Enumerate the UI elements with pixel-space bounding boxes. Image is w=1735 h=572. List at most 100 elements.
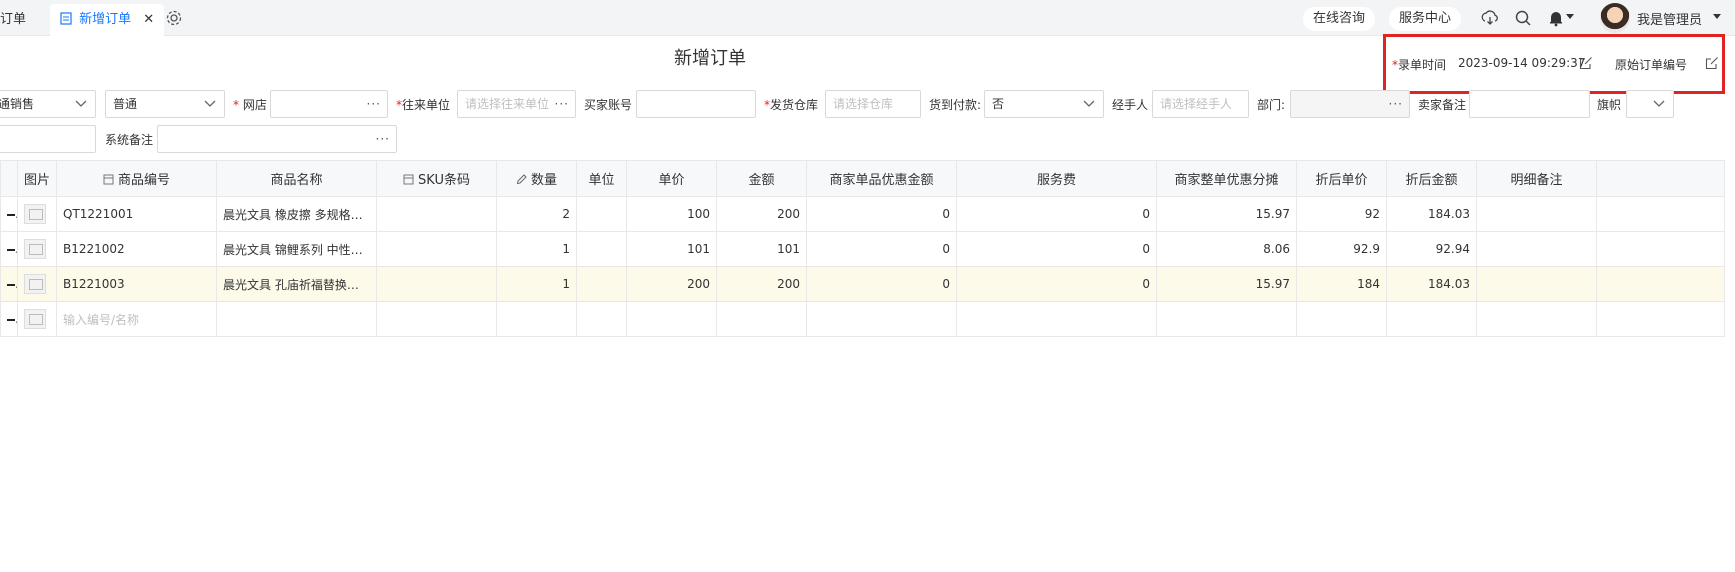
- cell-qty[interactable]: 1: [496, 231, 577, 267]
- col-header-index: [0, 160, 18, 197]
- empty-cell: [576, 301, 627, 337]
- cod-select[interactable]: 否: [984, 90, 1104, 118]
- cell-service-fee[interactable]: 0: [956, 231, 1157, 267]
- cell-disc-amount: 92.94: [1386, 231, 1477, 267]
- cell-sku[interactable]: [376, 266, 497, 302]
- cell-sku[interactable]: [376, 196, 497, 232]
- cell-amount[interactable]: 101: [716, 231, 807, 267]
- seller-note-input[interactable]: [1469, 90, 1590, 118]
- col-header-qty[interactable]: 数量: [496, 160, 577, 197]
- col-header-order-discount: 商家整单优惠分摊: [1156, 160, 1297, 197]
- cell-unit[interactable]: [576, 231, 627, 267]
- search-icon[interactable]: [1514, 9, 1532, 27]
- cell-note[interactable]: [1476, 231, 1597, 267]
- more-icon[interactable]: ···: [376, 126, 390, 152]
- warehouse-input[interactable]: 请选择仓库: [825, 90, 921, 118]
- dept-input[interactable]: ···: [1290, 90, 1410, 118]
- handler-input[interactable]: 请选择经手人: [1152, 90, 1249, 118]
- empty-cell: [1596, 301, 1725, 337]
- warehouse-label: *发货仓库: [764, 98, 819, 112]
- download-icon[interactable]: [1481, 9, 1499, 27]
- page-title: 新增订单: [674, 48, 746, 69]
- cell-service-fee[interactable]: 0: [956, 266, 1157, 302]
- caret-down-icon[interactable]: [1713, 14, 1721, 20]
- cell-disc-amount: 184.03: [1386, 266, 1477, 302]
- extra-input[interactable]: [0, 125, 96, 153]
- tab-orders[interactable]: 订单: [0, 4, 26, 36]
- edit-icon[interactable]: [1705, 56, 1719, 70]
- col-header-image: 图片: [17, 160, 57, 197]
- chevron-down-icon: [1083, 100, 1095, 107]
- cell-amount[interactable]: 200: [716, 196, 807, 232]
- new-item-input[interactable]: 输入编号/名称: [56, 301, 217, 337]
- cell-code[interactable]: B1221002: [56, 231, 217, 267]
- bell-icon[interactable]: [1547, 9, 1565, 27]
- entry-time-label: *录单时间: [1392, 58, 1447, 72]
- cell-name[interactable]: 晨光文具 孔庙祈福替换芯...: [216, 266, 377, 302]
- system-note-input[interactable]: ···: [157, 125, 397, 153]
- flag-select[interactable]: [1626, 90, 1674, 118]
- dept-label: 部门:: [1257, 98, 1286, 112]
- handler-label: 经手人: [1112, 98, 1149, 112]
- cell-name[interactable]: 晨光文具 橡皮擦 多规格2B...: [216, 196, 377, 232]
- more-icon[interactable]: ···: [367, 91, 381, 117]
- shop-input[interactable]: ···: [270, 90, 388, 118]
- partner-label: *往来单位: [396, 98, 451, 112]
- cell-price[interactable]: 200: [626, 266, 717, 302]
- flag-label: 旗帜: [1597, 98, 1622, 112]
- cell-code[interactable]: QT1221001: [56, 196, 217, 232]
- cell-price[interactable]: 100: [626, 196, 717, 232]
- close-icon[interactable]: ✕: [143, 12, 154, 27]
- table-row[interactable]: B1221002 晨光文具 锦鲤系列 中性笔... 1 101 101 0 0 …: [0, 231, 1725, 267]
- cell-order-discount: 15.97: [1156, 266, 1297, 302]
- buyer-account-input[interactable]: [636, 90, 756, 118]
- cell-item-discount[interactable]: 0: [806, 231, 957, 267]
- more-icon[interactable]: ···: [1389, 91, 1403, 117]
- empty-cell: [956, 301, 1157, 337]
- cell-qty[interactable]: 2: [496, 196, 577, 232]
- partner-input[interactable]: 请选择往来单位 ···: [457, 90, 576, 118]
- tab-new-order[interactable]: 新增订单 ✕: [50, 4, 165, 36]
- cell-unit[interactable]: [576, 266, 627, 302]
- row-mark: [0, 266, 18, 302]
- empty-cell: [496, 301, 577, 337]
- buyer-account-label: 买家账号: [584, 98, 633, 112]
- cell-amount[interactable]: 200: [716, 266, 807, 302]
- empty-cell: [1156, 301, 1297, 337]
- cell-sku[interactable]: [376, 231, 497, 267]
- cell-unit[interactable]: [576, 196, 627, 232]
- empty-cell: [1386, 301, 1477, 337]
- cell-price[interactable]: 101: [626, 231, 717, 267]
- cell-note[interactable]: [1476, 266, 1597, 302]
- image-placeholder[interactable]: [17, 266, 57, 302]
- cell-service-fee[interactable]: 0: [956, 196, 1157, 232]
- cell-item-discount[interactable]: 0: [806, 196, 957, 232]
- table-row[interactable]: QT1221001 晨光文具 橡皮擦 多规格2B... 2 100 200 0 …: [0, 196, 1725, 232]
- col-header-disc-price: 折后单价: [1296, 160, 1387, 197]
- sale-type-select[interactable]: 通销售: [0, 90, 96, 118]
- image-placeholder[interactable]: [17, 231, 57, 267]
- table-row[interactable]: B1221003 晨光文具 孔庙祈福替换芯... 1 200 200 0 0 1…: [0, 266, 1725, 302]
- pencil-icon: [516, 174, 527, 185]
- table-row-new[interactable]: 输入编号/名称: [0, 301, 1725, 337]
- image-placeholder[interactable]: [17, 301, 57, 337]
- cell-name[interactable]: 晨光文具 锦鲤系列 中性笔...: [216, 231, 377, 267]
- col-header-sku[interactable]: SKU条码: [376, 160, 497, 197]
- image-placeholder[interactable]: [17, 196, 57, 232]
- normal-select[interactable]: 普通: [105, 90, 225, 118]
- online-consult-button[interactable]: 在线咨询: [1303, 7, 1376, 31]
- cell-disc-price: 92: [1296, 196, 1387, 232]
- cell-qty[interactable]: 1: [496, 266, 577, 302]
- cell-item-discount[interactable]: 0: [806, 266, 957, 302]
- column-select-icon: [103, 174, 114, 185]
- edit-icon[interactable]: [1579, 56, 1593, 70]
- more-icon[interactable]: ···: [555, 91, 569, 117]
- col-header-code[interactable]: 商品编号: [56, 160, 217, 197]
- gear-icon[interactable]: [165, 9, 183, 27]
- service-center-button[interactable]: 服务中心: [1389, 7, 1462, 31]
- caret-down-icon[interactable]: [1566, 14, 1574, 20]
- user-name[interactable]: 我是管理员: [1637, 9, 1702, 28]
- cell-code[interactable]: B1221003: [56, 266, 217, 302]
- cell-note[interactable]: [1476, 196, 1597, 232]
- avatar[interactable]: [1600, 3, 1630, 33]
